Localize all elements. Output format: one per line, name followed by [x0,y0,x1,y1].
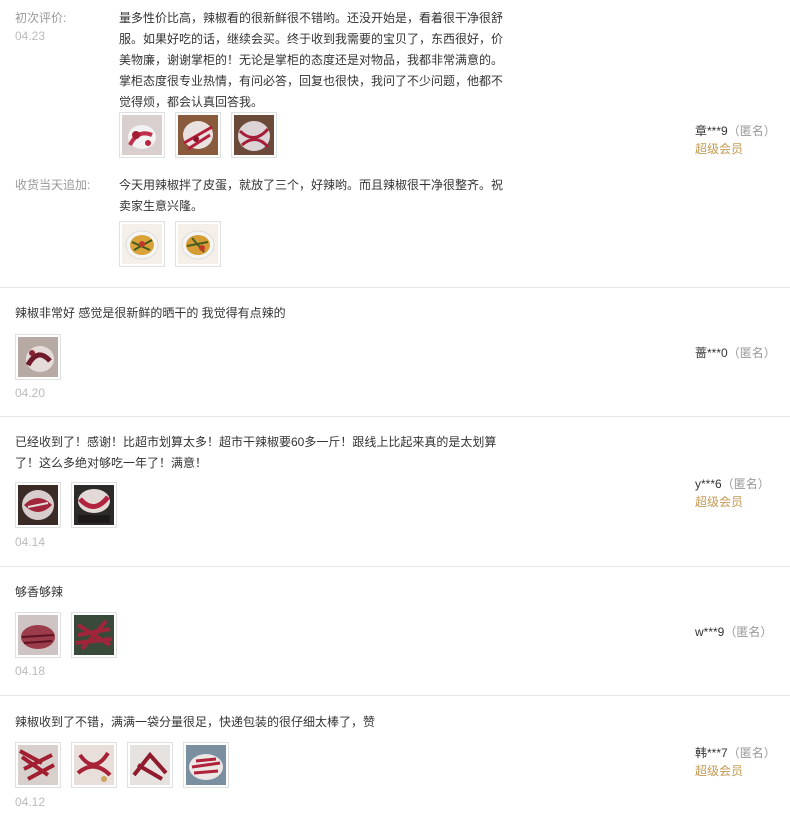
review-photo[interactable] [15,334,61,380]
review-date: 04.14 [15,535,46,549]
review-photos [15,482,117,528]
review-date: 04.20 [15,386,46,400]
review-text-line: 觉得烦，都会认真回答我。 [119,95,264,109]
review-divider [0,566,790,567]
review-date: 04.18 [15,664,46,678]
review-photo[interactable] [183,742,229,788]
review-photo[interactable] [175,221,221,267]
anonymous-tag: （匿名） [727,124,776,138]
review-text: 量多性价比高，辣椒看的很新鲜很不错哟。还没开始是，看着很干净很舒 服。如果好吃的… [119,8,519,113]
anonymous-tag: （匿名） [727,746,776,760]
reviewer-nick: y***6 [695,477,722,491]
review-text-line: 服。如果好吃的话，继续会买。终于收到我需要的宝贝了，东西很好，价 [119,32,504,46]
review-photos [119,112,277,158]
review-divider [0,416,790,417]
review-text-line: 已经收到了！感谢！比超市划算太多！超市干辣椒要60多一斤！跟线上比起来真的是太划… [15,435,497,449]
reviewer-name: 章***9（匿名） [695,122,776,140]
vip-badge: 超级会员 [695,495,744,509]
review-photos [15,334,61,380]
followup-review-label: 收货当天追加: [15,178,91,192]
review-photo[interactable] [119,112,165,158]
review-text: 辣椒收到了不错，满满一袋分量很足，快递包装的很仔细太棒了，赞 [15,715,376,729]
anonymous-tag: （匿名） [727,346,776,360]
review-photo[interactable] [71,612,117,658]
review-photos [15,742,229,788]
review-text-line: 今天用辣椒拌了皮蛋，就放了三个，好辣哟。而且辣椒很干净很整齐。祝 [119,178,504,192]
review-text-line: 掌柜态度很专业热情，有问必答，回复也很快，我问了不少问题，他都不 [119,74,504,88]
review-photo[interactable] [71,742,117,788]
reviewer-nick: 章***9 [695,124,728,138]
review-photo[interactable] [15,742,61,788]
initial-review-label: 初次评价: [15,11,67,25]
review-photo[interactable] [15,612,61,658]
review-photo[interactable] [119,221,165,267]
reviewer-nick: w***9 [695,625,725,639]
review-photos [15,612,117,658]
reviewer-name: 韩***7（匿名） [695,744,776,762]
reviewer-nick: 韩***7 [695,746,728,760]
vip-badge: 超级会员 [695,764,744,778]
review-photo[interactable] [15,482,61,528]
reviewer-name: y***6（匿名） [695,475,770,493]
review-photo[interactable] [71,482,117,528]
reviewer-name: w***9（匿名） [695,623,772,641]
review-photo[interactable] [231,112,277,158]
review-text-line: 了！这么多绝对够吃一年了！满意！ [15,456,208,470]
followup-review-text: 今天用辣椒拌了皮蛋，就放了三个，好辣哟。而且辣椒很干净很整齐。祝 卖家生意兴隆。 [119,175,519,217]
followup-photos [119,221,221,267]
review-text: 辣椒非常好 感觉是很新鲜的晒干的 我觉得有点辣的 [15,306,286,320]
review-date: 04.23 [15,29,46,43]
review-divider [0,695,790,696]
review-date: 04.12 [15,795,46,809]
review-photo[interactable] [175,112,221,158]
review-text-line: 量多性价比高，辣椒看的很新鲜很不错哟。还没开始是，看着很干净很舒 [119,11,504,25]
review-text: 够香够辣 [15,585,64,599]
review-text-line: 卖家生意兴隆。 [119,199,204,213]
review-text: 已经收到了！感谢！比超市划算太多！超市干辣椒要60多一斤！跟线上比起来真的是太划… [15,432,615,474]
anonymous-tag: （匿名） [724,625,773,639]
reviewer-nick: 蔷***0 [695,346,728,360]
review-photo[interactable] [127,742,173,788]
review-text-line: 美物廉，谢谢掌柜的！无论是掌柜的态度还是对物品，我都非常满意的。 [119,53,504,67]
reviewer-name: 蔷***0（匿名） [695,344,776,362]
anonymous-tag: （匿名） [721,477,770,491]
vip-badge: 超级会员 [695,142,744,156]
review-divider [0,287,790,288]
